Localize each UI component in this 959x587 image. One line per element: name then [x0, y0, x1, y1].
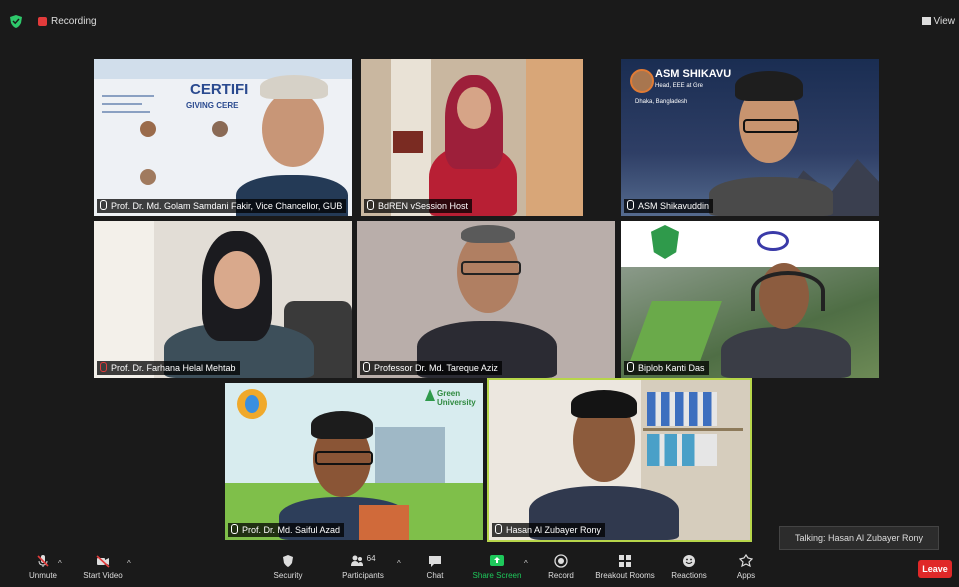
poster-line: [102, 95, 154, 97]
recording-label[interactable]: Recording: [51, 16, 97, 27]
chat-icon: [429, 556, 441, 567]
participant-name: Biplob Kanti Das: [638, 363, 705, 373]
video-tile[interactable]: Prof. Dr. Farhana Helal Mehtab: [94, 221, 352, 378]
participant-name-label: Prof. Dr. Farhana Helal Mehtab: [97, 361, 240, 375]
mic-icon: [363, 362, 370, 372]
participant-video: [417, 221, 557, 378]
chat-button[interactable]: Chat: [400, 554, 470, 580]
share-screen-button[interactable]: Share Screen: [462, 554, 532, 580]
participant-video: [164, 231, 314, 378]
profile-photo: [630, 69, 654, 93]
mic-muted-icon: [100, 362, 107, 372]
start-video-label: Start Video: [83, 571, 123, 580]
view-button[interactable]: View: [921, 16, 956, 27]
green-university-logo: Green University: [437, 389, 476, 407]
participant-video: [701, 65, 841, 216]
participant-video: [232, 63, 352, 216]
participants-icon: [351, 555, 364, 566]
poster-photo: [140, 169, 156, 185]
participant-name: Prof. Dr. Md. Saiful Azad: [242, 525, 341, 535]
video-tile[interactable]: ASM SHIKAVU Head, EEE at Gre Dhaka, Bang…: [621, 59, 879, 216]
participant-name-label: Prof. Dr. Md. Golam Samdani Fakir, Vice …: [97, 199, 347, 213]
poster-line: [102, 103, 142, 105]
poster-line: [102, 111, 150, 113]
video-camera-off-icon: [96, 555, 110, 568]
video-tile[interactable]: Professor Dr. Md. Tareque Aziz: [357, 221, 615, 378]
participant-video: [721, 257, 861, 378]
mic-icon: [367, 200, 374, 210]
shield-icon[interactable]: [10, 15, 22, 28]
participant-name-label: BdREN vSession Host: [364, 199, 473, 213]
participant-name-label: Hasan Al Zubayer Rony: [492, 523, 606, 537]
participant-name: Prof. Dr. Farhana Helal Mehtab: [111, 363, 236, 373]
grid-view-icon: [921, 17, 931, 25]
participant-name: BdREN vSession Host: [378, 201, 469, 211]
participant-video: [279, 405, 409, 540]
chat-label: Chat: [426, 571, 444, 580]
certificate-banner-sub: GIVING CERE: [186, 101, 239, 110]
chevron-up-icon[interactable]: ^: [58, 559, 62, 568]
participants-button[interactable]: 64 Participants: [328, 554, 398, 580]
record-button[interactable]: Record: [526, 554, 596, 580]
participant-name-label: Biplob Kanti Das: [624, 361, 709, 375]
recording-icon[interactable]: [38, 17, 47, 26]
security-button[interactable]: Security: [253, 554, 323, 580]
view-label: View: [933, 16, 956, 27]
participant-video: [423, 67, 523, 216]
video-tile-active-speaker[interactable]: Hasan Al Zubayer Rony: [487, 378, 752, 542]
participant-name-label: ASM Shikavuddin: [624, 199, 714, 213]
breakout-rooms-button[interactable]: Breakout Rooms: [590, 554, 660, 580]
breakout-rooms-icon: [619, 555, 631, 567]
participant-name: Professor Dr. Md. Tareque Aziz: [374, 363, 498, 373]
participant-name: Hasan Al Zubayer Rony: [506, 525, 602, 535]
talking-indicator: Talking: Hasan Al Zubayer Rony: [779, 526, 939, 550]
poster-photo: [140, 121, 156, 137]
breakout-rooms-label: Breakout Rooms: [595, 571, 655, 580]
mic-icon: [231, 524, 238, 534]
participant-name: ASM Shikavuddin: [638, 201, 710, 211]
mic-icon: [627, 200, 634, 210]
mic-icon: [627, 362, 634, 372]
record-icon: [554, 554, 568, 568]
microphone-muted-icon: [37, 555, 49, 567]
record-label: Record: [548, 571, 574, 580]
apps-label: Apps: [736, 571, 756, 580]
video-tile[interactable]: BdREN vSession Host: [361, 59, 583, 216]
top-bar: Recording View: [0, 0, 959, 40]
shield-icon: [283, 555, 293, 567]
participant-name-label: Prof. Dr. Md. Saiful Azad: [228, 523, 345, 537]
chevron-up-icon[interactable]: ^: [127, 559, 131, 568]
participants-count: 64: [366, 554, 376, 563]
leave-button[interactable]: Leave: [918, 560, 952, 578]
apps-icon: [739, 554, 753, 568]
meeting-toolbar: Unmute ^ Start Video ^ Security 64 Parti…: [0, 552, 959, 587]
participant-video: [529, 386, 679, 540]
smiley-icon: [683, 555, 695, 567]
poster-photo: [212, 121, 228, 137]
participant-name: Prof. Dr. Md. Golam Samdani Fakir, Vice …: [111, 201, 343, 211]
video-tile[interactable]: CERTIFI GIVING CERE Prof. Dr. Md. Golam …: [94, 59, 352, 216]
share-screen-icon: [490, 555, 504, 566]
banner-location: Dhaka, Bangladesh: [635, 99, 688, 105]
share-screen-label: Share Screen: [472, 571, 522, 580]
security-label: Security: [273, 571, 303, 580]
video-tile[interactable]: Biplob Kanti Das: [621, 221, 879, 378]
banner-role: Head, EEE at Gre: [655, 83, 704, 89]
apps-button[interactable]: Apps: [711, 554, 781, 580]
participant-name-label: Professor Dr. Md. Tareque Aziz: [360, 361, 502, 375]
video-tile[interactable]: Green University Prof. Dr. Md. Saiful Az…: [225, 383, 483, 540]
participants-label: Participants: [342, 571, 384, 580]
mic-icon: [495, 524, 502, 534]
mic-icon: [100, 200, 107, 210]
